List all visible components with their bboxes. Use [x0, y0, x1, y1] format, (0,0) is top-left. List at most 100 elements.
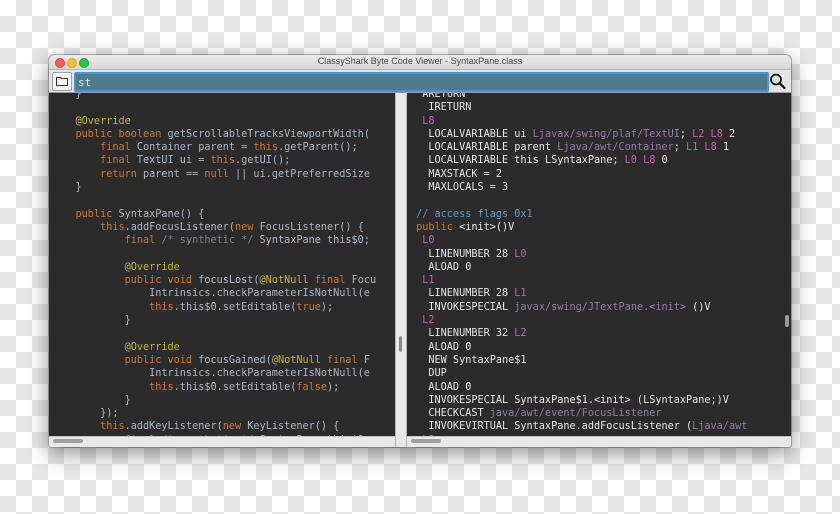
code-line: LINENUMBER 32 L2: [410, 327, 747, 340]
code-line: INVOKEVIRTUAL SyntaxPane.addFocusListene…: [410, 420, 747, 433]
code-line: MAXSTACK = 2: [410, 168, 747, 181]
code-line: INVOKESPECIAL javax/swing/JTextPane.<ini…: [410, 301, 747, 314]
code-token: 0: [661, 155, 668, 167]
code-token: }: [51, 394, 131, 406]
bytecode-vertical-scrollbar[interactable]: [784, 93, 791, 436]
bytecode-vertical-scroll-thumb[interactable]: [785, 315, 789, 327]
code-token: ;: [673, 142, 687, 154]
code-token: ALOAD 0: [410, 381, 472, 393]
code-token: LOCALVARIABLE this LSyntaxPane;: [410, 155, 625, 167]
code-token: FocusListener() {: [259, 221, 364, 233]
code-line: LINENUMBER 28 L0: [410, 248, 747, 261]
code-token: INVOKESPECIAL: [410, 301, 515, 313]
code-token: L2: [410, 315, 435, 327]
open-file-button[interactable]: [52, 72, 72, 91]
code-token: .getUI();: [235, 155, 291, 167]
source-horizontal-scrollbar[interactable]: [49, 436, 395, 447]
code-token: this: [210, 155, 236, 167]
code-token: L1 L8: [686, 142, 723, 154]
code-token: IRETURN: [410, 102, 472, 114]
code-token: Focu: [351, 275, 377, 287]
code-token: L0: [410, 235, 435, 247]
code-token: public void: [51, 354, 199, 366]
bytecode-listing: ARETURN IRETURN L8 LOCALVARIABLE ui Ljav…: [410, 93, 747, 436]
code-line: // access flags 0x1: [410, 208, 747, 221]
code-token: }: [51, 93, 82, 100]
divider-grip[interactable]: [399, 336, 402, 352]
code-line: }: [51, 93, 376, 101]
code-token: @Override: [51, 115, 131, 127]
code-line: this.this$0.setEditable(true);: [51, 301, 376, 314]
code-line: });: [51, 407, 376, 420]
code-token: MAXLOCALS = 3: [410, 182, 509, 194]
code-token: .addFocusListener(: [124, 221, 236, 233]
code-token: @NotNull: [259, 275, 315, 287]
code-line: public <init>()V: [410, 221, 747, 234]
source-horizontal-scroll-thumb[interactable]: [53, 439, 83, 443]
code-token: SyntaxPane this$0;: [259, 235, 370, 247]
code-line: L1: [410, 274, 747, 287]
code-token: );: [320, 301, 334, 313]
code-line: ALOAD 0: [410, 381, 747, 394]
code-token: TextUI ui =: [136, 155, 211, 167]
code-line: ARETURN: [410, 93, 747, 101]
magnifier-icon: [770, 73, 786, 89]
bytecode-pane[interactable]: ARETURN IRETURN L8 LOCALVARIABLE ui Ljav…: [407, 93, 784, 436]
code-token: @Override: [51, 261, 180, 273]
code-line: @Override: [51, 261, 376, 274]
code-token: L0: [514, 248, 527, 260]
bytecode-horizontal-scroll-thumb[interactable]: [411, 439, 441, 443]
code-token: || ui.getPreferredSize: [235, 168, 370, 180]
source-code: } @Override public boolean getScrollable…: [51, 93, 377, 436]
code-line: final TextUI ui = this.getUI();: [51, 154, 376, 167]
code-token: // access flags 0x1: [410, 208, 533, 220]
code-token: LINENUMBER 32: [410, 328, 515, 340]
code-token: ;: [679, 128, 693, 140]
code-token: 1: [722, 142, 729, 154]
code-line: CHECKCAST java/awt/event/FocusListener: [410, 407, 747, 420]
title-bar[interactable]: ClassyShark Byte Code Viewer - SyntaxPan…: [49, 55, 791, 70]
code-line: public boolean getScrollableTracksViewpo…: [51, 128, 376, 141]
code-line: this.addFocusListener(new FocusListener(…: [51, 221, 376, 234]
code-line: this.addKeyListener(new KeyListener() {: [51, 420, 376, 433]
code-token: return: [51, 168, 144, 180]
code-line: IRETURN: [410, 101, 747, 114]
code-token: L2: [514, 328, 527, 340]
code-line: final /* synthetic */ SyntaxPane this$0;: [51, 234, 376, 247]
code-token: LINENUMBER 28: [410, 248, 515, 260]
code-line: final Container parent = this.getParent(…: [51, 141, 376, 154]
code-token: focusLost(: [198, 275, 260, 287]
code-line: public SyntaxPane() {: [51, 208, 376, 221]
code-token: });: [51, 408, 119, 420]
code-token: Intrinsics.checkParameterIsNotNull(e: [51, 288, 370, 300]
code-token: /* synthetic */: [161, 235, 260, 247]
code-line: INVOKESPECIAL SyntaxPane$1.<init> (LSynt…: [410, 394, 747, 407]
code-token: ()V: [692, 301, 711, 313]
code-token: LINENUMBER 28: [410, 288, 515, 300]
source-code-pane[interactable]: } @Override public boolean getScrollable…: [49, 93, 395, 436]
code-token: parent ==: [143, 168, 205, 180]
split-pane-divider[interactable]: [395, 93, 407, 447]
code-token: java/awt/event/FocusListener: [489, 408, 662, 420]
code-line: LOCALVARIABLE parent Ljava/awt/Container…: [410, 141, 747, 154]
code-token: INVOKESPECIAL SyntaxPane$1.<init> (LSynt…: [410, 394, 729, 406]
code-token: ARETURN: [422, 93, 466, 100]
app-window: ClassyShark Byte Code Viewer - SyntaxPan…: [49, 55, 791, 447]
code-token: .addKeyListener(: [124, 421, 223, 433]
code-line: @Override: [51, 115, 376, 128]
code-token: F: [363, 354, 370, 366]
search-button[interactable]: [768, 72, 788, 90]
code-token: focusGained(: [198, 354, 272, 366]
code-token: true: [296, 301, 321, 313]
code-token: @NotNull: [271, 354, 328, 366]
code-token: MAXSTACK = 2: [410, 168, 503, 180]
code-token: );: [327, 381, 340, 393]
code-token: null: [204, 168, 236, 180]
code-token: Ljava/awt: [692, 421, 748, 433]
search-input[interactable]: [74, 72, 769, 92]
bytecode-horizontal-scrollbar[interactable]: [407, 436, 791, 447]
window-title: ClassyShark Byte Code Viewer - SyntaxPan…: [317, 56, 523, 66]
